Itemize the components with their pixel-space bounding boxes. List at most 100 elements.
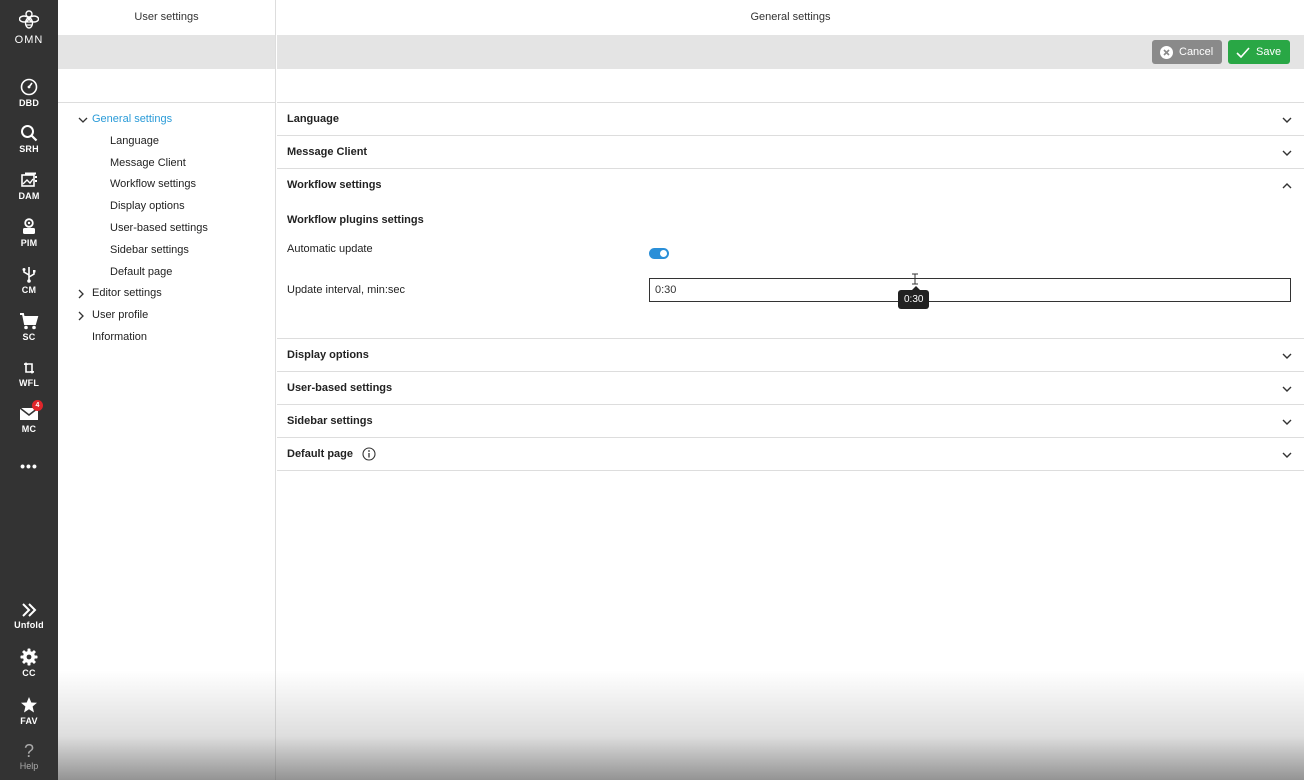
section-header-language[interactable]: Language [277, 103, 1304, 135]
tree-item-user-based-settings[interactable]: User-based settings [58, 218, 275, 240]
settings-tree: General settings Language Message Client… [58, 103, 275, 349]
tree-item-label: Workflow settings [110, 178, 196, 191]
rail-label-wfl: WFL [18, 378, 40, 388]
section-header-sidebar-settings[interactable]: Sidebar settings [277, 405, 1304, 437]
tree-item-label: Sidebar settings [110, 243, 189, 256]
rail-label-fav: FAV [20, 716, 38, 726]
chevron-right-icon[interactable] [78, 305, 88, 327]
rail-item-srh[interactable]: SRH [0, 124, 58, 154]
chevron-up-icon[interactable] [1282, 180, 1292, 192]
chevron-down-icon[interactable] [1282, 383, 1292, 395]
interval-tooltip: 0:30 [898, 286, 930, 309]
checkmark-icon [1236, 46, 1250, 58]
chevron-down-icon[interactable] [1282, 114, 1292, 126]
section-display-options: Display options [277, 339, 1304, 372]
rail-item-unfold[interactable]: Unfold [0, 602, 58, 630]
section-title: Message Client [287, 146, 368, 158]
update-interval-label: Update interval, min:sec [287, 284, 405, 296]
workflow-plugins-title: Workflow plugins settings [287, 214, 424, 226]
section-header-workflow-settings[interactable]: Workflow settings [277, 169, 1304, 201]
rail-item-pim[interactable]: PIM [0, 218, 58, 248]
cancel-button-label: Cancel [1179, 46, 1214, 58]
logo[interactable]: OMN [0, 10, 58, 46]
workflow-icon [24, 362, 34, 374]
section-header-message-client[interactable]: Message Client [277, 136, 1304, 168]
rail-label-mc: MC [21, 424, 37, 434]
tree-item-information[interactable]: Information [58, 327, 275, 349]
tree-item-editor-settings[interactable]: Editor settings [58, 283, 275, 305]
rail-label-dbd: DBD [18, 98, 40, 108]
rail-more-button[interactable]: ••• [0, 458, 58, 474]
rail-label-help: Help [19, 761, 39, 771]
tree-item-user-profile[interactable]: User profile [58, 305, 275, 327]
tree-item-default-page[interactable]: Default page [58, 262, 275, 284]
rail-label-cm: CM [21, 285, 37, 295]
section-sidebar-settings: Sidebar settings [277, 405, 1304, 438]
rail-item-wfl[interactable]: WFL [0, 360, 58, 388]
rail-label-sc: SC [22, 332, 36, 342]
section-default-page: Default page [277, 438, 1304, 471]
logo-text: OMN [14, 34, 44, 46]
tree-item-label: Information [92, 330, 148, 343]
rail-label-pim: PIM [20, 238, 38, 248]
rail-item-help[interactable]: ? Help [0, 742, 58, 771]
chevron-down-icon[interactable] [1282, 350, 1292, 362]
image-gallery-icon [21, 172, 37, 187]
tree-item-label: General settings [92, 113, 173, 125]
double-chevron-right-icon [22, 603, 37, 617]
section-title: Language [287, 113, 339, 125]
chevron-down-icon[interactable] [1282, 147, 1292, 159]
rail-item-cc[interactable]: CC [0, 648, 58, 678]
chevron-down-icon[interactable] [1282, 449, 1292, 461]
section-header-default-page[interactable]: Default page [277, 438, 1304, 470]
save-button[interactable]: Save [1228, 40, 1291, 64]
tree-item-label: Language [110, 134, 159, 147]
rail-label-dam: DAM [18, 191, 40, 201]
section-message-client: Message Client [277, 136, 1304, 169]
nav-toolbar [58, 35, 275, 69]
info-icon[interactable] [362, 447, 376, 461]
section-workflow-settings: Workflow settings Workflow plugins setti… [277, 169, 1304, 339]
tree-item-workflow-settings[interactable]: Workflow settings [58, 174, 275, 196]
rail-label-cc: CC [22, 668, 36, 678]
rail-item-dam[interactable]: DAM [0, 171, 58, 201]
rail-item-mc[interactable]: 4 MC [0, 400, 58, 434]
rail-item-dbd[interactable]: DBD [0, 78, 58, 108]
chevron-right-icon[interactable] [78, 283, 88, 305]
chevron-down-icon[interactable] [1282, 416, 1292, 428]
tree-item-language[interactable]: Language [58, 131, 275, 153]
rail-label-unfold: Unfold [14, 620, 44, 630]
tree-item-general-settings[interactable]: General settings [58, 109, 275, 131]
rail-item-fav[interactable]: FAV [0, 696, 58, 726]
action-toolbar: Cancel Save [277, 35, 1304, 69]
tree-item-message-client[interactable]: Message Client [58, 153, 275, 175]
workflow-settings-body: Workflow plugins settings Automatic upda… [277, 201, 1304, 338]
section-user-based-settings: User-based settings [277, 372, 1304, 405]
tree-item-label: Message Client [110, 156, 186, 169]
update-interval-input[interactable] [649, 278, 1291, 302]
section-title: Display options [287, 349, 369, 361]
section-header-user-based-settings[interactable]: User-based settings [277, 372, 1304, 404]
tree-item-display-options[interactable]: Display options [58, 196, 275, 218]
close-circle-icon [1160, 45, 1173, 59]
section-language: Language [277, 103, 1304, 136]
app-rail: OMN DBD SRH DAM PIM CM SC WFL 4 MC ••• U… [0, 0, 58, 780]
tree-item-label: Display options [110, 200, 185, 213]
section-header-display-options[interactable]: Display options [277, 339, 1304, 371]
section-title: Workflow settings [287, 179, 382, 191]
rail-item-sc[interactable]: SC [0, 312, 58, 342]
more-icon: ••• [20, 458, 38, 474]
save-button-label: Save [1256, 46, 1282, 58]
search-icon [21, 125, 38, 142]
tree-item-label: User profile [92, 309, 149, 322]
page-title: General settings [750, 11, 831, 23]
rail-item-cm[interactable]: CM [0, 265, 58, 295]
chevron-down-icon[interactable] [78, 109, 88, 131]
cancel-button[interactable]: Cancel [1152, 40, 1223, 64]
rail-label-srh: SRH [19, 144, 39, 154]
product-icon [23, 218, 35, 234]
tree-item-sidebar-settings[interactable]: Sidebar settings [58, 240, 275, 262]
automatic-update-toggle[interactable] [649, 248, 669, 259]
notification-badge: 4 [32, 400, 43, 411]
cart-icon [20, 313, 39, 330]
